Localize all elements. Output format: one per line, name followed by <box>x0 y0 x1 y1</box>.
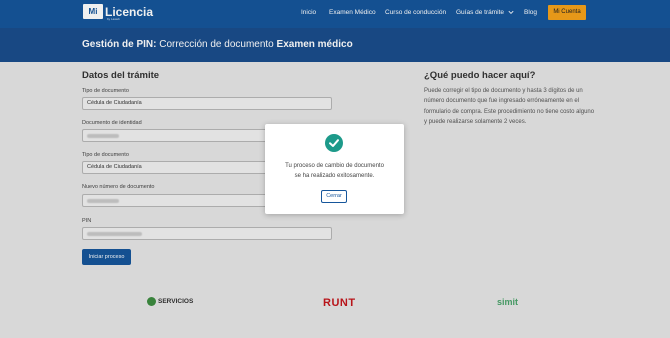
success-modal: Tu proceso de cambio de documento se ha … <box>265 124 404 214</box>
success-message-line2: se ha realizado exitosamente. <box>294 173 375 179</box>
success-message: Tu proceso de cambio de documento se ha … <box>265 161 404 181</box>
success-message-line1: Tu proceso de cambio de documento <box>285 163 384 169</box>
close-button[interactable]: Cerrar <box>321 190 347 203</box>
success-check-icon <box>325 134 343 152</box>
